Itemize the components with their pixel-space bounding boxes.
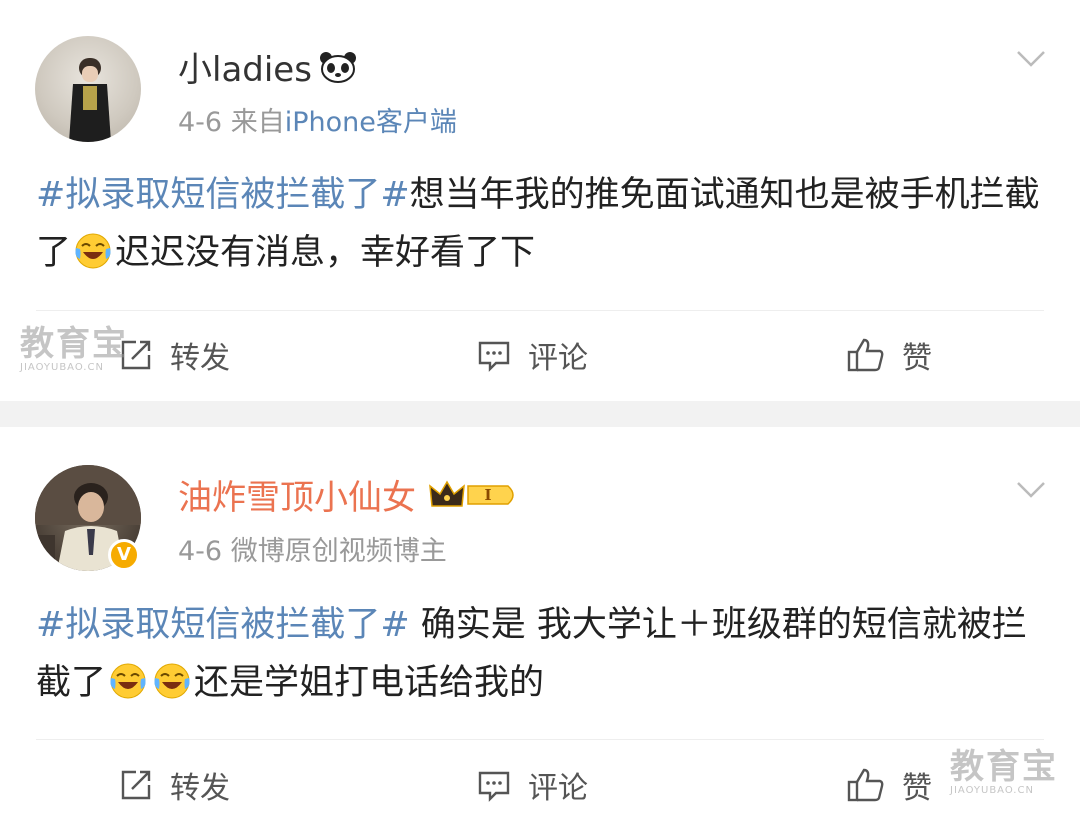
chevron-down-icon[interactable] xyxy=(1016,481,1046,499)
divider xyxy=(36,310,1044,311)
vip-level-text: I xyxy=(484,486,491,504)
comment-button[interactable]: 评论 xyxy=(476,763,588,807)
repost-label: 转发 xyxy=(170,341,230,376)
post-text: #拟录取短信被拦截了# 确实是 我大学让＋班级群的短信就被拦截了 还是学姐打电话… xyxy=(36,596,1046,712)
panda-icon xyxy=(318,50,358,93)
watermark-logo: 教育宝 JIAOYUBAO.CN xyxy=(20,326,128,374)
comment-icon xyxy=(478,341,510,372)
comment-icon xyxy=(478,771,510,802)
watermark-main: 教育宝 xyxy=(950,747,1058,787)
repost-button[interactable]: 转发 xyxy=(118,763,230,807)
repost-icon xyxy=(121,770,151,800)
chevron-down-icon[interactable] xyxy=(1016,50,1046,68)
comment-label: 评论 xyxy=(528,771,588,806)
post-date: 4-6 xyxy=(178,107,223,138)
post-date: 4-6 xyxy=(178,536,223,567)
like-label: 赞 xyxy=(902,341,932,376)
username[interactable]: 小ladies xyxy=(178,50,358,93)
repost-button[interactable]: 转发 xyxy=(118,333,230,377)
post-text-part2: 还是学姐打电话给我的 xyxy=(194,663,545,703)
post-text-part2: 迟迟没有消息，幸好看了下 xyxy=(115,233,536,273)
source-prefix: 来自 xyxy=(230,107,285,138)
watermark-main: 教育宝 xyxy=(20,324,128,364)
user-title: 微博原创视频博主 xyxy=(230,536,447,567)
source-link[interactable]: iPhone客户端 xyxy=(285,107,457,138)
post-card-1: 小ladies 4-6 来自iPhone客户端 #拟录取短信被拦截了#想当年我的… xyxy=(0,0,1080,401)
repost-label: 转发 xyxy=(170,771,230,806)
comment-button[interactable]: 评论 xyxy=(476,333,588,377)
post-card-2: V 油炸雪顶小仙女 I 4-6 微博原创视频博主 #拟录取短信被拦截了# 确实是… xyxy=(0,427,1080,823)
laugh-cry-emoji-icon xyxy=(75,233,111,269)
thumbs-up-icon xyxy=(847,338,884,372)
watermark-logo: 教育宝 JIAOYUBAO.CN xyxy=(950,749,1058,797)
laugh-cry-emoji-icon xyxy=(154,663,190,699)
avatar[interactable] xyxy=(35,36,141,142)
like-button[interactable]: 赞 xyxy=(846,763,932,807)
vip-level-badge[interactable]: I xyxy=(428,478,520,521)
username-text[interactable]: 小ladies xyxy=(178,50,312,90)
thumbs-up-icon xyxy=(847,768,884,802)
like-button[interactable]: 赞 xyxy=(846,333,932,377)
laugh-cry-emoji-icon xyxy=(110,663,146,699)
post-meta: 4-6 微博原创视频博主 xyxy=(178,535,447,569)
hashtag-link[interactable]: #拟录取短信被拦截了# xyxy=(36,175,410,215)
username-text[interactable]: 油炸雪顶小仙女 xyxy=(178,478,416,518)
username[interactable]: 油炸雪顶小仙女 I xyxy=(178,478,520,521)
post-separator xyxy=(0,401,1080,427)
verified-badge: V xyxy=(108,539,140,571)
like-label: 赞 xyxy=(902,771,932,806)
hashtag-link[interactable]: #拟录取短信被拦截了# xyxy=(36,605,410,645)
comment-label: 评论 xyxy=(528,341,588,376)
divider xyxy=(36,739,1044,740)
post-text: #拟录取短信被拦截了#想当年我的推免面试通知也是被手机拦截了 迟迟没有消息，幸好… xyxy=(36,166,1046,282)
post-meta: 4-6 来自iPhone客户端 xyxy=(178,106,457,140)
